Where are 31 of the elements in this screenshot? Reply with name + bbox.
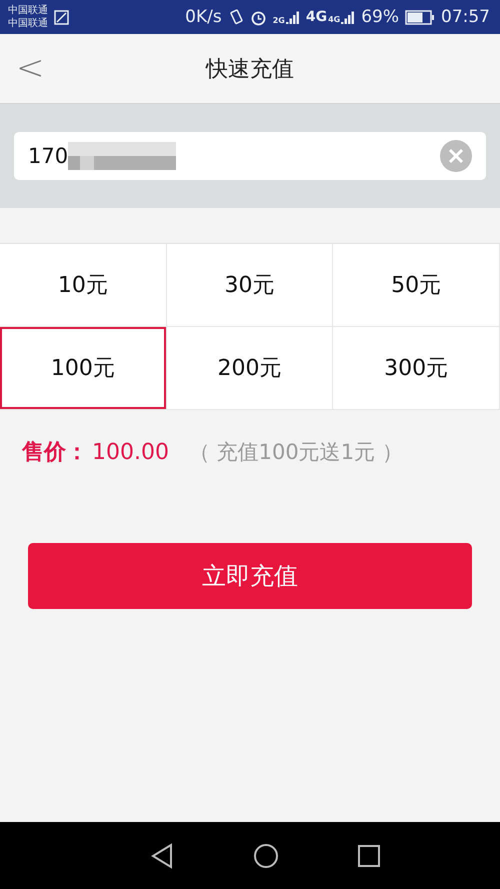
amount-option[interactable]: 300元 <box>333 327 500 410</box>
amount-option[interactable]: 200元 <box>166 327 334 410</box>
price-label: 售价： <box>22 439 88 467</box>
image-icon <box>54 10 69 24</box>
back-icon[interactable] <box>150 842 174 868</box>
carrier-name: 中国联通 <box>8 4 48 17</box>
amount-option[interactable]: 10元 <box>0 244 167 327</box>
battery-percent: 69% <box>361 7 399 27</box>
battery-icon <box>405 10 435 24</box>
amount-option[interactable]: 100元 <box>0 327 167 410</box>
vibrate-icon <box>228 9 244 25</box>
network-type: 4G <box>306 9 328 25</box>
network-type: 2G <box>272 16 285 24</box>
network-speed: 0K/s <box>185 7 222 27</box>
bonus-note: （ 充值100元送1元 ） <box>188 439 403 466</box>
carrier-name: 中国联通 <box>8 17 48 30</box>
recharge-button[interactable]: 立即充值 <box>28 543 472 609</box>
signal-icon <box>286 10 300 24</box>
phone-field[interactable]: 170 <box>14 132 486 180</box>
home-icon[interactable] <box>252 842 279 868</box>
signal-icon <box>341 10 356 24</box>
clock: 07:57 <box>441 7 490 27</box>
back-button[interactable]: < <box>10 48 50 88</box>
amount-option[interactable]: 50元 <box>333 244 500 327</box>
page-title: 快速充值 <box>206 56 294 84</box>
amount-option[interactable]: 30元 <box>166 244 334 327</box>
recents-icon[interactable] <box>358 844 380 866</box>
network-type: 4G <box>328 15 340 24</box>
alarm-icon <box>250 8 267 26</box>
phone-value: 170 <box>28 144 68 168</box>
price-value: 100.00 <box>92 440 169 464</box>
